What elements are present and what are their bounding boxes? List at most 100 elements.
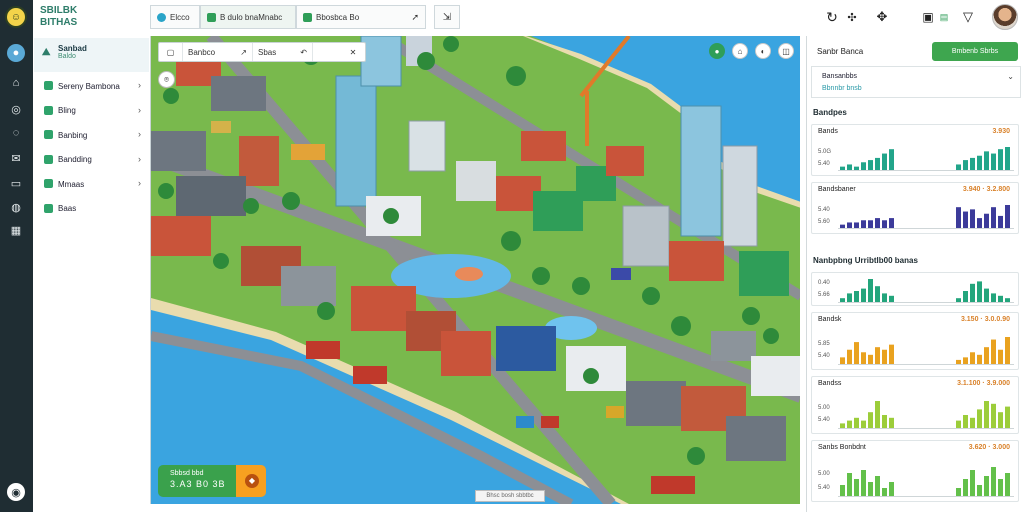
layer-button[interactable]: ● bbox=[709, 43, 725, 59]
display-icon[interactable]: ▭ bbox=[7, 174, 25, 192]
sparkline-bar bbox=[998, 215, 1003, 229]
sparkline-bar bbox=[1005, 406, 1010, 429]
stat-card-2[interactable]: Bandsbaner 3.940 · 3.2.800 5.40 5.60 bbox=[811, 182, 1019, 234]
mail-icon[interactable]: ✉ bbox=[7, 149, 25, 167]
nav-header[interactable]: ⛰ Sanbad Baldo bbox=[34, 38, 149, 72]
sparkline-bar bbox=[991, 403, 996, 429]
settings-icon[interactable]: ◉ bbox=[7, 483, 25, 501]
info-button[interactable]: ◐ bbox=[755, 43, 771, 59]
sparkline-bar bbox=[998, 349, 1003, 365]
nav-item-3[interactable]: Banbing › bbox=[34, 123, 149, 148]
axis-label-bottom: 5.40 bbox=[818, 161, 830, 167]
build-tool-button[interactable]: Banbco ↗ bbox=[183, 43, 253, 61]
tab-build[interactable]: B dulo bnaMnabc bbox=[200, 5, 296, 29]
user-avatar[interactable] bbox=[992, 4, 1018, 30]
sparkline-bar bbox=[970, 470, 975, 497]
stat-card-4[interactable]: Bandsk 3.150 · 3.0.0.90 5.85 5.40 bbox=[811, 312, 1019, 370]
stats-icon[interactable]: ▤ bbox=[934, 7, 954, 27]
compass-icon[interactable]: ◎ bbox=[7, 100, 25, 118]
camera-button[interactable]: ◫ bbox=[778, 43, 794, 59]
sparkline-bar bbox=[956, 420, 961, 429]
terrain-icon: ⛰ bbox=[42, 47, 51, 58]
sparkline-bar bbox=[868, 354, 873, 365]
nav-item-1[interactable]: Sereny Bambona › bbox=[34, 74, 149, 99]
select-icon: ▢ bbox=[166, 47, 175, 57]
city-map-viewport[interactable] bbox=[150, 36, 800, 504]
grid-icon[interactable]: ▦ bbox=[7, 221, 25, 239]
isometric-city-map[interactable] bbox=[151, 36, 800, 504]
location-button[interactable]: ⌾ bbox=[158, 71, 175, 88]
delete-tool-button[interactable]: ✕ bbox=[341, 43, 365, 61]
axis-label-bottom: 5.60 bbox=[818, 219, 830, 225]
nav-item-5[interactable]: Mmaas › bbox=[34, 172, 149, 197]
axis-label-top: 0.40 bbox=[818, 280, 830, 286]
export-button[interactable]: ⇲ bbox=[434, 5, 460, 29]
sparkline-bar bbox=[998, 295, 1003, 303]
chat-icon[interactable]: ◌ bbox=[7, 124, 25, 142]
style-tool-button[interactable]: Sbas ↶ bbox=[253, 43, 313, 61]
chevron-right-icon: › bbox=[138, 153, 141, 164]
resource-counter[interactable]: Sbbsd bbd 3.A3 B0 3B ◆ bbox=[158, 465, 266, 497]
sparkline-bar bbox=[998, 149, 1003, 171]
tools-icon[interactable]: ✣ bbox=[842, 7, 862, 27]
sparkline-bar bbox=[977, 281, 982, 303]
axis-label-top: 5.85 bbox=[818, 341, 830, 347]
sparkline-bar bbox=[847, 420, 852, 429]
card-name: Bandsk bbox=[818, 316, 842, 323]
diamond-icon[interactable]: ▽ bbox=[958, 7, 978, 27]
lock-icon: ⌂ bbox=[737, 46, 743, 56]
profile-icon[interactable]: ● bbox=[7, 44, 25, 62]
sparkline-bar bbox=[991, 467, 996, 497]
tab-home[interactable]: Elcco bbox=[150, 5, 200, 29]
sparkline-bar bbox=[875, 347, 880, 365]
stat-card-3[interactable]: 0.40 5.66 bbox=[811, 272, 1019, 306]
game-app: ☺ ● ⌂ ◎ ◌ ✉ ▭ ◍ ▦ ◉ SBILBK BITHAS Elcco … bbox=[0, 0, 1024, 512]
refresh-icon[interactable]: ↻ bbox=[822, 7, 842, 27]
panel-filter-dropdown[interactable]: Bansanbbs Bbnnbr bnsb ⌄ bbox=[811, 66, 1021, 98]
sparkline-bar bbox=[956, 207, 961, 229]
stat-card-6[interactable]: Sanbs Bonbdnt 3.620 · 3.000 5.00 5.40 bbox=[811, 440, 1019, 502]
nav-item-label: Sereny Bambona bbox=[58, 81, 120, 91]
sparkline-bar bbox=[875, 157, 880, 171]
card-name: Bandsbaner bbox=[818, 186, 856, 193]
sparkline-bar bbox=[854, 291, 859, 303]
sparkline-bar bbox=[889, 344, 894, 365]
objects-tab-icon bbox=[303, 12, 312, 22]
home-icon[interactable]: ⌂ bbox=[7, 74, 25, 92]
sparkline-bar bbox=[977, 409, 982, 429]
card-name: Bandss bbox=[818, 380, 842, 387]
panel-action-button[interactable]: Bmbenb Sbrbs bbox=[932, 42, 1018, 61]
close-icon: ✕ bbox=[349, 47, 357, 57]
section-title: Bandpes bbox=[813, 108, 847, 117]
category-icon bbox=[44, 203, 53, 213]
puzzle-icon[interactable]: ✥ bbox=[872, 7, 892, 27]
sparkline-bar bbox=[984, 476, 989, 497]
sparkline-bar bbox=[889, 218, 894, 229]
game-logo-icon[interactable]: ☺ bbox=[5, 6, 27, 28]
sparkline-bar bbox=[882, 415, 887, 429]
panel-title: Sanbr Banca bbox=[817, 47, 864, 56]
sparkline-bar bbox=[875, 476, 880, 497]
sparkline-bar bbox=[868, 279, 873, 303]
sparkline-bars bbox=[838, 467, 1014, 497]
sparkline-bar bbox=[854, 417, 859, 429]
right-header: ↻ ✣ ✥ ▣ ▤ ▽ bbox=[820, 4, 1020, 30]
nav-item-2[interactable]: Bling › bbox=[34, 99, 149, 124]
chevron-down-icon: ⌄ bbox=[1007, 72, 1014, 81]
tab-objects[interactable]: Bbosbca Bo ➚ bbox=[296, 5, 426, 29]
globe-icon[interactable]: ◍ bbox=[7, 198, 25, 216]
axis-label-top: 5.00 bbox=[818, 405, 830, 411]
nav-item-4[interactable]: Bandding › bbox=[34, 148, 149, 173]
stat-card-5[interactable]: Bandss 3.1.100 · 3.9.000 5.00 5.40 bbox=[811, 376, 1019, 434]
axis-label-top: 5.0G bbox=[818, 149, 832, 155]
sparkline-bar bbox=[998, 479, 1003, 497]
sparkline-bars bbox=[838, 337, 1014, 365]
brand-title: SBILBK BITHAS bbox=[40, 5, 140, 29]
axis-label-top: 5.00 bbox=[818, 471, 830, 477]
nav-item-6[interactable]: Baas bbox=[34, 197, 149, 222]
lock-button[interactable]: ⌂ bbox=[732, 43, 748, 59]
sparkline-bar bbox=[889, 295, 894, 303]
stat-card-1[interactable]: Bands 3.930 5.0G 5.40 bbox=[811, 124, 1019, 176]
select-tool-button[interactable]: ▢ bbox=[159, 43, 183, 61]
sparkline-bar bbox=[991, 153, 996, 171]
